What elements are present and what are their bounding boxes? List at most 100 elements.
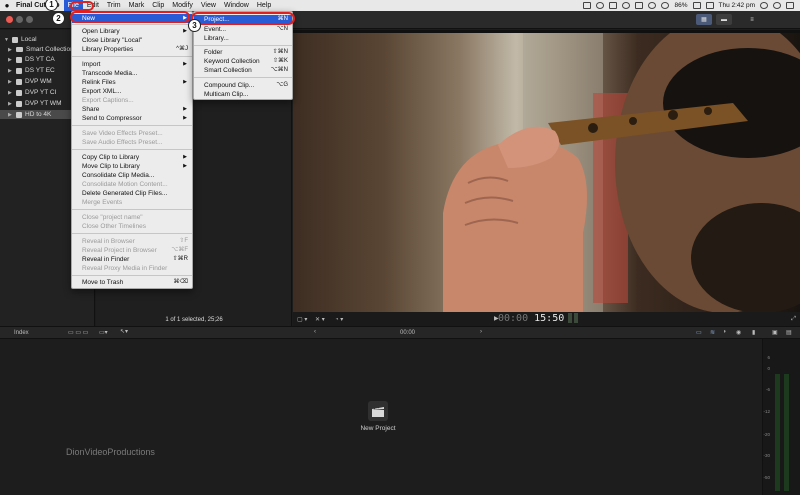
menu-item-merge-events: Merge Events bbox=[72, 198, 192, 207]
time-machine-icon[interactable] bbox=[622, 2, 631, 9]
disclosure-icon[interactable]: ▶ bbox=[8, 47, 13, 53]
status-area: 86% Thu 2:42 pm bbox=[583, 0, 794, 11]
volume-icon[interactable] bbox=[661, 2, 670, 9]
menu-item-send-to-compressor[interactable]: Send to Compressor ▶ bbox=[72, 114, 192, 123]
append-clip-icon[interactable]: ▭ ▭ ▭ bbox=[68, 329, 88, 336]
cloud-icon[interactable] bbox=[596, 2, 605, 9]
menu-item-import[interactable]: Import ▶ bbox=[72, 60, 192, 69]
audio-skimming-icon[interactable]: ◗ bbox=[723, 329, 727, 335]
menu-item-delete-generated[interactable]: Delete Generated Clip Files... bbox=[72, 189, 192, 198]
menu-item-new-library[interactable]: Library... bbox=[194, 34, 292, 43]
user-icon[interactable] bbox=[760, 2, 768, 9]
menu-item-label: Close Other Timelines bbox=[82, 223, 146, 230]
menu-window[interactable]: Window bbox=[220, 0, 253, 11]
battery-icon[interactable] bbox=[692, 2, 701, 9]
event-icon bbox=[16, 67, 22, 74]
menu-item-new-folder[interactable]: Folder ⇧⌘N bbox=[194, 48, 292, 57]
index-button[interactable]: Index bbox=[14, 330, 29, 336]
crop-menu-icon[interactable]: ▢ ▾ bbox=[297, 316, 307, 323]
menu-item-reveal-in-finder[interactable]: Reveal in Finder ⇧⌘R bbox=[72, 255, 192, 264]
menu-help[interactable]: Help bbox=[253, 0, 275, 11]
menu-item-label: Library Properties bbox=[82, 46, 134, 53]
search-icon[interactable] bbox=[773, 2, 781, 9]
skimming-icon[interactable]: ≋ bbox=[710, 329, 715, 336]
effects-browser-icon[interactable]: ▤ bbox=[786, 329, 792, 336]
menu-item-share[interactable]: Share ▶ bbox=[72, 105, 192, 114]
select-tool-icon[interactable]: ↖▾ bbox=[120, 328, 128, 335]
menu-item-move-to-trash[interactable]: Move to Trash ⌘⌫ bbox=[72, 278, 192, 287]
close-window-button[interactable] bbox=[6, 16, 13, 23]
menu-shortcut: ^⌘J bbox=[176, 46, 188, 52]
highlight-ring-file bbox=[70, 1, 94, 11]
clock[interactable]: Thu 2:42 pm bbox=[719, 2, 756, 9]
edit-mode-icon[interactable]: ▭▾ bbox=[99, 329, 108, 336]
meter-tick: -12 bbox=[763, 409, 770, 414]
video-frame[interactable] bbox=[293, 33, 800, 312]
menu-bar: ● Final Cut Pro File Edit Trim Mark Clip… bbox=[0, 0, 800, 11]
library-icon bbox=[12, 36, 18, 43]
screen-icon[interactable] bbox=[583, 2, 592, 9]
solo-icon[interactable]: ◉ bbox=[736, 329, 741, 336]
audio-meter-mini bbox=[574, 313, 578, 323]
menu-clip[interactable]: Clip bbox=[148, 0, 168, 11]
sidebar-item-label: DS YT CA bbox=[25, 56, 55, 63]
menu-item-consolidate-clip[interactable]: Consolidate Clip Media... bbox=[72, 171, 192, 180]
menu-item-move-clip[interactable]: Move Clip to Library ▶ bbox=[72, 162, 192, 171]
bluetooth-icon[interactable] bbox=[635, 2, 644, 9]
timeline[interactable]: New Project DionVideoProductions bbox=[0, 339, 762, 495]
menu-item-new-smart-collection[interactable]: Smart Collection ⌥⌘N bbox=[194, 66, 292, 75]
display-icon[interactable] bbox=[609, 2, 618, 9]
timecode-bright: 15:50 bbox=[534, 313, 565, 324]
transform-menu-icon[interactable]: ✕ ▾ bbox=[315, 316, 325, 323]
menu-shortcut: ⌥⌘N bbox=[270, 67, 288, 73]
browser-toggle-icon[interactable]: ▦ bbox=[696, 14, 712, 25]
minimize-window-button[interactable] bbox=[16, 16, 23, 23]
menu-item-transcode[interactable]: Transcode Media... bbox=[72, 69, 192, 78]
menu-item-new-keyword-collection[interactable]: Keyword Collection ⇧⌘K bbox=[194, 57, 292, 66]
back-nav-icon[interactable]: ‹ bbox=[314, 329, 316, 335]
menu-item-library-properties[interactable]: Library Properties ^⌘J bbox=[72, 45, 192, 54]
clip-appearance-icon[interactable]: ▭ bbox=[696, 329, 702, 336]
menu-shortcut: ⌘⌫ bbox=[173, 279, 188, 285]
menu-shortcut: ⇧⌘K bbox=[272, 58, 288, 64]
menu-item-new-multicam-clip[interactable]: Multicam Clip... bbox=[194, 90, 292, 99]
wifi-icon[interactable] bbox=[648, 2, 657, 9]
forward-nav-icon[interactable]: › bbox=[480, 329, 482, 335]
viewer: ▢ ▾ ✕ ▾ ◔ ▾ ▶ 00:00 15:50 ⤢ bbox=[293, 30, 800, 326]
menu-shortcut: ⇧⌘R bbox=[172, 256, 188, 262]
menu-shortcut: ⇧⌘N bbox=[272, 49, 288, 55]
fullscreen-icon[interactable]: ⤢ bbox=[791, 316, 796, 323]
speed-menu-icon[interactable]: ◔ ▾ bbox=[335, 316, 343, 323]
timecode-dim: 00:00 bbox=[498, 313, 529, 324]
notification-center-icon[interactable] bbox=[786, 2, 794, 9]
apple-icon[interactable]: ● bbox=[0, 1, 14, 10]
menu-modify[interactable]: Modify bbox=[168, 0, 197, 11]
zoom-window-button[interactable] bbox=[26, 16, 33, 23]
menu-mark[interactable]: Mark bbox=[125, 0, 149, 11]
disclosure-icon[interactable]: ▼ bbox=[4, 37, 9, 43]
sidebar-item-label: HD to 4K bbox=[25, 111, 52, 118]
timecode-display[interactable]: 00:00 15:50 bbox=[498, 313, 564, 324]
new-project-placeholder[interactable]: New Project bbox=[352, 401, 404, 432]
submenu-arrow-icon: ▶ bbox=[183, 61, 187, 67]
flag-icon[interactable] bbox=[705, 2, 714, 9]
menu-item-new-compound-clip[interactable]: Compound Clip... ⌥G bbox=[194, 81, 292, 90]
timeline-toggle-icon[interactable]: ▬ bbox=[716, 14, 732, 25]
menu-item-close-library[interactable]: Close Library "Local" bbox=[72, 36, 192, 45]
menu-item-open-library[interactable]: Open Library ▶ bbox=[72, 27, 192, 36]
snapping-icon[interactable]: ▮ bbox=[752, 329, 755, 336]
menu-item-copy-clip[interactable]: Copy Clip to Library ▶ bbox=[72, 153, 192, 162]
menu-item-new-event[interactable]: Event... ⌥N bbox=[194, 25, 292, 34]
menu-item-export-xml[interactable]: Export XML... bbox=[72, 87, 192, 96]
menu-item-label: Library... bbox=[204, 35, 229, 42]
inspector-toggle-icon[interactable]: ≡ bbox=[744, 14, 760, 25]
menu-view[interactable]: View bbox=[197, 0, 220, 11]
menu-item-label: Save Video Effects Preset... bbox=[82, 130, 163, 137]
timeline-view-icon[interactable]: ▣ bbox=[772, 329, 778, 336]
menu-item-relink-files[interactable]: Relink Files ▶ bbox=[72, 78, 192, 87]
menu-trim[interactable]: Trim bbox=[103, 0, 125, 11]
event-icon bbox=[16, 78, 22, 85]
battery-percent[interactable]: 86% bbox=[674, 2, 687, 9]
menu-item-label: Merge Events bbox=[82, 199, 123, 206]
timeline-timecode: 00:00 bbox=[400, 330, 416, 336]
